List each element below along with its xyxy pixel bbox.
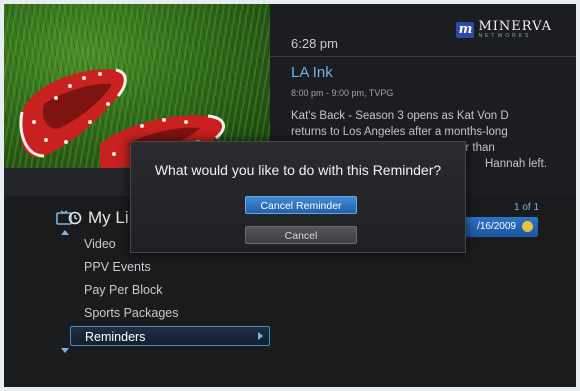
logo-mark-icon: m <box>456 21 475 38</box>
reminder-dialog: What would you like to do with this Remi… <box>130 141 466 253</box>
description-line: returns to Los Angeles after a months-lo… <box>291 126 508 138</box>
menu-item-sports-packages[interactable]: Sports Packages <box>70 303 270 323</box>
scroll-up-icon[interactable] <box>61 230 69 235</box>
divider <box>270 56 576 57</box>
chevron-right-icon <box>258 332 263 340</box>
menu-item-ppv-events[interactable]: PPV Events <box>70 257 270 277</box>
tv-clock-icon <box>56 210 82 225</box>
page-count: 1 of 1 <box>514 202 540 213</box>
list-title: My Li <box>88 208 129 227</box>
menu-item-label: Reminders <box>85 330 146 344</box>
menu-item-reminders[interactable]: Reminders <box>70 326 270 346</box>
cancel-reminder-button[interactable]: Cancel Reminder <box>245 196 357 214</box>
tv-screen: m MINERVA NETWORKS 6:28 pm LA Ink 8:00 p… <box>4 4 576 387</box>
reminder-clock-icon <box>522 221 533 232</box>
program-title: LA Ink <box>291 64 333 81</box>
minerva-logo: m MINERVA NETWORKS <box>456 20 552 39</box>
reminder-date: /16/2009 <box>477 221 516 232</box>
menu-item-pay-per-block[interactable]: Pay Per Block <box>70 280 270 300</box>
cancel-button[interactable]: Cancel <box>245 226 357 244</box>
clock: 6:28 pm <box>291 36 338 51</box>
dialog-question: What would you like to do with this Remi… <box>154 162 442 178</box>
logo-name: MINERVA <box>478 19 552 34</box>
scroll-down-icon[interactable] <box>61 348 69 353</box>
list-header: My Li <box>56 208 129 228</box>
program-time: 8:00 pm - 9:00 pm, TVPG <box>291 88 394 98</box>
logo-subtitle: NETWORKS <box>478 33 532 39</box>
description-line: Kat's Back - Season 3 opens as Kat Von D <box>291 110 509 122</box>
